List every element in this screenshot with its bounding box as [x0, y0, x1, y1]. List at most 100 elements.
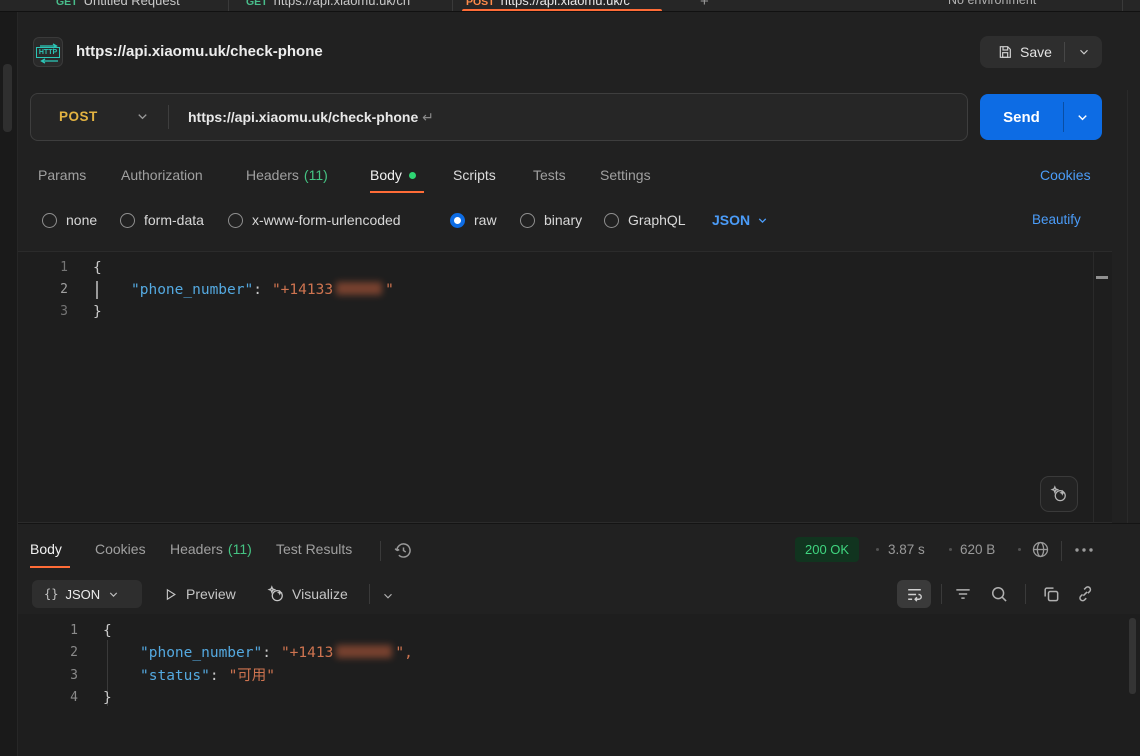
- visualize-sparkle-icon[interactable]: [266, 584, 286, 604]
- divider: [369, 584, 370, 604]
- request-response-divider[interactable]: [18, 523, 1140, 524]
- tab-headers[interactable]: Headers (11): [246, 163, 328, 187]
- tab-scripts[interactable]: Scripts: [453, 163, 496, 187]
- response-tab-headers[interactable]: Headers(11): [170, 537, 252, 561]
- radio-urlencoded[interactable]: x-www-form-urlencoded: [228, 211, 401, 229]
- tab-body[interactable]: Body: [370, 163, 416, 187]
- beautify-link[interactable]: Beautify: [1032, 211, 1081, 229]
- globe-network-icon[interactable]: [1030, 539, 1051, 560]
- save-button-group: Save: [980, 36, 1102, 68]
- json-value: "+14133: [272, 282, 333, 298]
- link-icon[interactable]: [1075, 584, 1095, 604]
- new-tab-button[interactable]: +: [700, 0, 709, 10]
- response-format-selector[interactable]: {} JSON: [32, 580, 142, 608]
- json-key: "phone_number": [140, 645, 262, 661]
- radio-circle: [520, 213, 535, 228]
- wrap-text-icon: [905, 585, 924, 604]
- code-line: }: [103, 689, 112, 707]
- dot-separator: [876, 548, 879, 551]
- code-line: {: [103, 622, 112, 640]
- active-tab-underline: [30, 566, 70, 568]
- radio-none[interactable]: none: [42, 211, 97, 229]
- preview-play-icon[interactable]: [163, 587, 178, 602]
- radio-form-data[interactable]: form-data: [120, 211, 204, 229]
- method-selector[interactable]: POST: [59, 94, 98, 140]
- request-tab-2[interactable]: GEThttps://api.xiaomu.uk/ch: [246, 0, 410, 8]
- save-dropdown-button[interactable]: [1065, 45, 1102, 59]
- response-body-viewer[interactable]: [18, 614, 1140, 756]
- tab-headers-label: Headers: [246, 167, 299, 183]
- sidebar-scrollbar-thumb[interactable]: [3, 64, 12, 132]
- chevron-down-icon[interactable]: [381, 589, 395, 603]
- tab-title: https://api.xiaomu.uk/ch: [274, 0, 411, 8]
- chevron-down-icon: [107, 588, 120, 601]
- radio-graphql[interactable]: GraphQL: [604, 211, 686, 229]
- status-badge[interactable]: 200 OK: [795, 537, 859, 562]
- chevron-down-icon: [1077, 45, 1091, 59]
- url-input[interactable]: https://api.xiaomu.uk/check-phone ↵: [188, 94, 434, 140]
- radio-raw[interactable]: raw: [450, 211, 497, 229]
- active-tab-underline: [462, 9, 662, 12]
- tab-params[interactable]: Params: [38, 163, 86, 187]
- visualize-button[interactable]: Visualize: [292, 580, 348, 608]
- method-chevron-down-icon[interactable]: [135, 109, 150, 124]
- search-icon[interactable]: [989, 584, 1009, 604]
- divider: [1061, 541, 1062, 561]
- save-button[interactable]: Save: [980, 44, 1064, 60]
- divider: [1025, 584, 1026, 604]
- line-number: 2: [40, 281, 68, 299]
- language-selector[interactable]: JSON: [712, 211, 769, 229]
- scrollbar-thumb[interactable]: [1129, 618, 1136, 694]
- request-title: https://api.xiaomu.uk/check-phone: [76, 43, 323, 60]
- radio-label: raw: [474, 212, 497, 228]
- divider: [380, 541, 381, 561]
- json-value: "可用": [229, 668, 275, 684]
- cookies-link[interactable]: Cookies: [1040, 163, 1091, 187]
- radio-circle-checked: [450, 213, 465, 228]
- more-options-icon[interactable]: [1072, 541, 1096, 559]
- response-time[interactable]: 3.87 s: [888, 537, 925, 562]
- radio-label: binary: [544, 212, 582, 228]
- json-value: ": [385, 282, 394, 298]
- send-dropdown-button[interactable]: [1064, 110, 1101, 125]
- code-line: "phone_number":"+14133": [131, 281, 394, 299]
- response-tab-cookies[interactable]: Cookies: [95, 537, 146, 561]
- tab-tests[interactable]: Tests: [533, 163, 566, 187]
- line-number: 1: [50, 622, 78, 640]
- json-colon: :: [253, 282, 262, 298]
- code-line: }: [93, 303, 102, 321]
- save-button-label: Save: [1020, 44, 1052, 60]
- radio-circle: [120, 213, 135, 228]
- json-colon: :: [262, 645, 271, 661]
- json-value: ",: [395, 645, 412, 661]
- http-icon-label: HTTP: [36, 47, 60, 58]
- request-tab-3-active[interactable]: POSThttps://api.xiaomu.uk/c: [466, 0, 630, 8]
- postbot-ai-button[interactable]: [1040, 476, 1078, 512]
- wrap-text-button[interactable]: [897, 580, 931, 608]
- tab-divider: [1122, 0, 1123, 12]
- method-get-label: GET: [56, 0, 78, 8]
- send-button[interactable]: Send: [980, 109, 1063, 126]
- response-size[interactable]: 620 B: [960, 537, 995, 562]
- json-key: "status": [140, 668, 210, 684]
- environment-selector[interactable]: No environment: [948, 0, 1036, 7]
- tab-settings[interactable]: Settings: [600, 163, 651, 187]
- history-clock-icon[interactable]: [393, 540, 414, 561]
- copy-icon[interactable]: [1041, 584, 1061, 604]
- dot-separator: [949, 548, 952, 551]
- code-line: {: [93, 259, 102, 277]
- preview-button[interactable]: Preview: [186, 580, 236, 608]
- url-divider: [168, 105, 169, 129]
- headers-count-badge: (11): [304, 167, 328, 183]
- braces-icon: {}: [44, 587, 58, 601]
- radio-label: GraphQL: [628, 212, 686, 228]
- tab-authorization[interactable]: Authorization: [121, 163, 203, 187]
- response-tab-body[interactable]: Body: [30, 537, 62, 561]
- sidebar-strip: [0, 12, 18, 756]
- radio-label: x-www-form-urlencoded: [252, 212, 401, 228]
- radio-binary[interactable]: binary: [520, 211, 582, 229]
- filter-icon[interactable]: [953, 584, 973, 604]
- response-tab-test-results[interactable]: Test Results: [276, 537, 352, 561]
- request-tab-1[interactable]: GETUntitled Request: [56, 0, 180, 8]
- radio-circle: [604, 213, 619, 228]
